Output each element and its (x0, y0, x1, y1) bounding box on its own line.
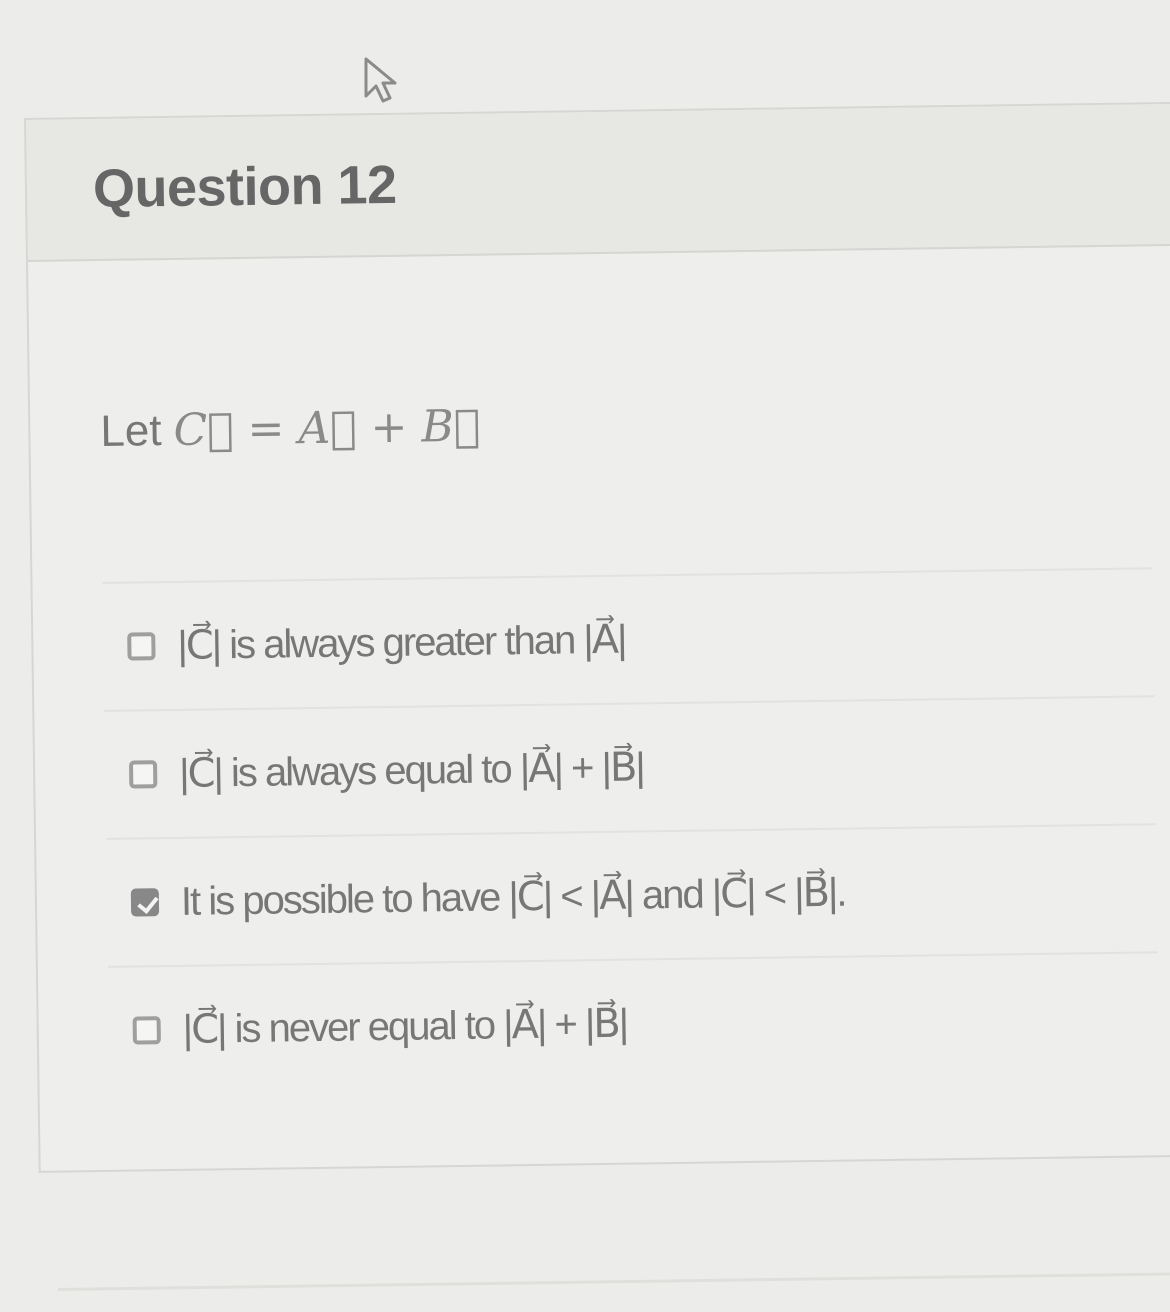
answer-label: |C⃗| is never equal to |A⃗| + |B⃗| (182, 1001, 628, 1052)
page-divider (58, 1272, 1170, 1291)
answer-options: |C⃗| is always greater than |A⃗| |C⃗| is… (102, 567, 1160, 1094)
question-body: Let C⃗ = A⃗ + B⃗ |C⃗| is always greater … (28, 246, 1170, 1095)
answer-label: |C⃗| is always equal to |A⃗| + |B⃗| (178, 745, 645, 796)
checkbox-icon[interactable] (132, 1016, 161, 1045)
answer-option-4[interactable]: |C⃗| is never equal to |A⃗| + |B⃗| (107, 951, 1160, 1094)
checked-checkbox-icon[interactable] (130, 888, 160, 917)
checkbox-icon[interactable] (127, 632, 156, 661)
question-title: Question 12 (92, 154, 397, 220)
mouse-pointer-icon (364, 57, 397, 103)
question-prompt: Let C⃗ = A⃗ + B⃗ (100, 391, 1170, 457)
answer-option-2[interactable]: |C⃗| is always equal to |A⃗| + |B⃗| (104, 695, 1156, 838)
answer-label: It is possible to have |C⃗| < |A⃗| and |… (180, 870, 846, 924)
prompt-formula: C⃗ = A⃗ + B⃗ (173, 400, 481, 456)
answer-option-1[interactable]: |C⃗| is always greater than |A⃗| (102, 567, 1155, 710)
answer-option-3[interactable]: It is possible to have |C⃗| < |A⃗| and |… (106, 823, 1158, 966)
checkbox-icon[interactable] (128, 760, 158, 789)
question-card: Question 12 Let C⃗ = A⃗ + B⃗ |C⃗| is alw… (24, 101, 1170, 1173)
question-header: Question 12 (26, 103, 1170, 262)
prompt-prefix: Let (100, 406, 162, 456)
answer-label: |C⃗| is always greater than |A⃗| (177, 617, 626, 668)
